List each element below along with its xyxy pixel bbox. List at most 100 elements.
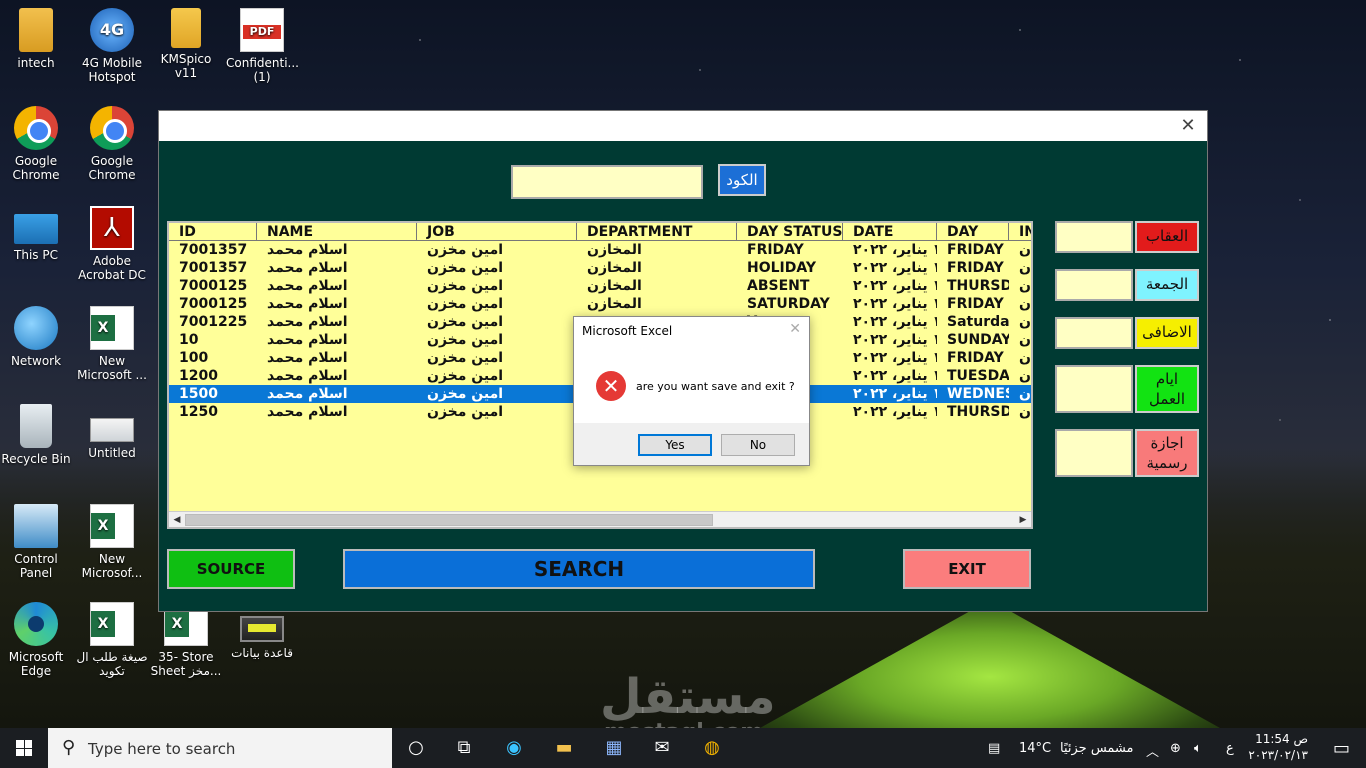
exit-button[interactable]: EXIT [903,549,1031,589]
column-header: IN [1009,223,1031,240]
excel-file-icon: X [90,306,134,350]
dialog-footer: Yes No [574,423,809,465]
task-view-icon[interactable]: ⧉ [452,736,476,760]
language-indicator[interactable]: ع [1226,741,1234,756]
desktop-icon-excel-coding[interactable]: X صيغة طلب ال تكويد [76,602,148,678]
table-cell: ن [1019,314,1031,330]
holiday-input[interactable] [1055,429,1133,477]
desktop-icon-this-pc[interactable]: This PC [0,206,72,262]
horizontal-scrollbar[interactable]: ◀ ▶ [169,511,1031,527]
dialog-message: are you want save and exit ? [636,380,795,393]
table-cell: امين مخزن [427,350,504,366]
table-cell: ١ يناير، ٢٠٢٢ [853,332,937,348]
table-cell: 7001357 [179,242,248,258]
table-cell: ١ يناير، ٢٠٢٢ [853,404,937,420]
table-row[interactable]: 7000125 اسلام محمد امين مخزن المخازن SATURDA… [169,295,1031,313]
desktop-icon-network[interactable]: Network [0,306,72,368]
computer-icon [14,214,58,244]
source-button[interactable]: SOURCE [167,549,295,589]
workdays-input[interactable] [1055,365,1133,413]
overtime-input[interactable] [1055,317,1133,349]
yes-button[interactable]: Yes [638,434,712,456]
edge-taskbar-icon[interactable]: ◉ [502,736,526,760]
desktop-icon-store-sheet[interactable]: X 35- Store Sheet مخز... [150,602,222,678]
desktop-icon-acrobat[interactable]: ⅄ Adobe Acrobat DC [76,206,148,282]
network-icon [14,306,58,350]
table-cell: المخازن [587,296,642,312]
pdf-icon: PDF [240,8,284,52]
table-cell: ن [1019,260,1031,276]
penalty-label: العقاب [1135,221,1199,253]
clock-date: ٢٠٢٣/٠٢/١٣ [1248,748,1308,762]
code-input[interactable] [511,165,703,199]
watermark-arabic: مستقل [600,669,776,725]
hotspot-icon: 4G [90,8,134,52]
table-cell: امين مخزن [427,260,504,276]
clock-time: 11:54 ص [1255,732,1308,746]
table-cell: اسلام محمد [267,368,348,384]
excel-file-icon: X [90,504,134,548]
penalty-input[interactable] [1055,221,1133,253]
table-cell: WEDNES [947,386,1009,402]
table-cell: 1500 [179,386,218,402]
code-label-button[interactable]: الكود [718,164,766,196]
volume-icon[interactable]: 🔈︎ [1194,741,1202,756]
cortana-icon[interactable]: ○ [404,736,428,760]
table-cell: THURSD [947,404,1009,420]
weather-text[interactable]: مشمس جزئيًا [1060,741,1134,756]
desktop-icon-4g-hotspot[interactable]: 4G 4G Mobile Hotspot [76,8,148,84]
desktop-icon-edge[interactable]: Microsoft Edge [0,602,72,678]
scroll-left-icon[interactable]: ◀ [169,512,185,527]
desktop-icon-untitled[interactable]: Untitled [76,404,148,460]
table-cell: HOLIDAY [747,260,817,276]
scroll-right-icon[interactable]: ▶ [1015,512,1031,527]
weather-icon[interactable]: ▤ [988,741,1000,756]
no-button[interactable]: No [721,434,795,456]
chrome-icon [90,106,134,150]
desktop-icon-confidential-pdf[interactable]: PDF Confidenti... (1) [226,8,299,84]
table-row[interactable]: 7001357 اسلام محمد امين مخزن المخازن FRIDAY ١… [169,241,1031,259]
close-icon[interactable]: ✕ [1175,115,1201,137]
start-button[interactable] [0,728,48,768]
notifications-icon[interactable]: ▭ [1333,738,1350,759]
table-row[interactable]: 7001357 اسلام محمد امين مخزن المخازن HOLIDAY… [169,259,1031,277]
taskbar: ⚲ Type here to search ○ ⧉ ◉ ▬ ▦ ✉ ◍ ▤ 14… [0,728,1366,768]
desktop-icon-new-excel-1[interactable]: X New Microsoft ... [76,306,148,382]
weather-temp[interactable]: 14°C [1019,741,1051,756]
desktop-icon-control-panel[interactable]: Control Panel [0,504,72,580]
desktop-icon-chrome-2[interactable]: Google Chrome [76,106,148,182]
search-button[interactable]: SEARCH [343,549,815,589]
table-cell: امين مخزن [427,404,504,420]
file-explorer-icon[interactable]: ▬ [552,736,576,760]
clock[interactable]: 11:54 ص ٢٠٢٣/٠٢/١٣ [1248,731,1308,763]
desktop-icon-kmspico[interactable]: KMSpico v11 [150,8,222,80]
user-folder-icon [19,8,53,52]
table-cell: اسلام محمد [267,386,348,402]
table-cell: المخازن [587,278,642,294]
desktop-icon-intech[interactable]: intech [0,8,72,70]
friday-input[interactable] [1055,269,1133,301]
desktop-icon-recycle-bin[interactable]: Recycle Bin [0,404,72,466]
column-header: ID [169,223,257,240]
taskbar-search-box[interactable]: ⚲ Type here to search [48,728,392,768]
chevron-up-icon[interactable]: ︿ [1146,741,1159,760]
globe-icon[interactable]: ⊕ [1170,741,1181,756]
column-header: DAY [937,223,1009,240]
table-row[interactable]: 7000125 اسلام محمد امين مخزن المخازن ABSENT ١… [169,277,1031,295]
column-header: DEPARTMENT [577,223,737,240]
table-cell: 100 [179,350,209,366]
table-cell: FRIDAY [947,242,1004,258]
desktop-icon-chrome-1[interactable]: Google Chrome [0,106,72,182]
desktop-icon-new-excel-2[interactable]: X New Microsof... [76,504,148,580]
store-icon[interactable]: ▦ [602,736,626,760]
excel-message-dialog: Microsoft Excel ✕ ✕ are you want save an… [573,316,810,466]
mail-icon[interactable]: ✉ [650,736,674,760]
table-cell: 10 [179,332,199,348]
table-cell: FRIDAY [947,296,1004,312]
table-cell: TUESDA' [947,368,1009,384]
table-cell: 7000125 [179,278,248,294]
chrome-taskbar-icon[interactable]: ◍ [700,736,724,760]
dialog-close-icon[interactable]: ✕ [789,321,801,337]
scrollbar-thumb[interactable] [185,514,713,526]
search-placeholder: Type here to search [88,740,236,758]
